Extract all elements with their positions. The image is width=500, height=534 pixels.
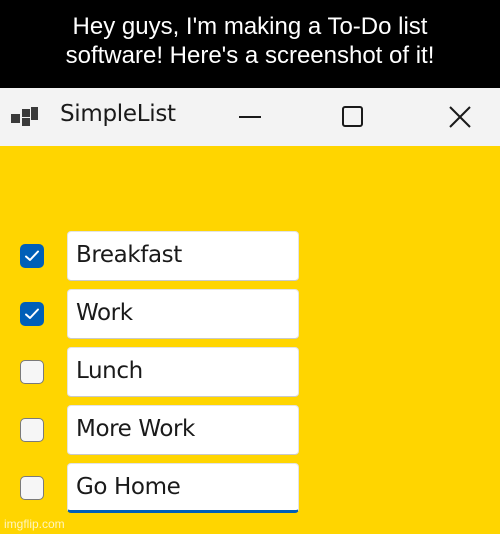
task-textbox[interactable]: Lunch xyxy=(67,347,299,397)
watermark: imgflip.com xyxy=(4,517,65,531)
task-row: Work xyxy=(0,288,320,340)
task-checkbox-checked[interactable] xyxy=(20,302,44,326)
task-textbox[interactable]: Work xyxy=(67,289,299,339)
task-checkbox-checked[interactable] xyxy=(20,244,44,268)
task-row: More Work xyxy=(0,404,320,456)
title-bar[interactable]: SimpleList xyxy=(0,88,500,146)
task-checkbox-unchecked[interactable] xyxy=(20,360,44,384)
maximize-icon xyxy=(342,106,363,127)
task-row: Go Home xyxy=(0,462,320,514)
task-textbox[interactable]: Go Home xyxy=(67,463,299,513)
caption-line-1: Hey guys, I'm making a To-Do list xyxy=(72,13,428,40)
close-icon xyxy=(449,106,471,128)
meme-page: Hey guys, I'm making a To-Do list softwa… xyxy=(0,0,500,534)
minimize-icon xyxy=(239,116,261,118)
checkmark-icon xyxy=(25,250,39,261)
maximize-button[interactable] xyxy=(325,88,381,146)
close-button[interactable] xyxy=(432,88,488,146)
window-title: SimpleList xyxy=(60,101,176,127)
task-list-area: Breakfast Work Lunch More Work Go Home xyxy=(0,146,500,534)
meme-caption: Hey guys, I'm making a To-Do list softwa… xyxy=(0,0,500,88)
task-checkbox-unchecked[interactable] xyxy=(20,476,44,500)
app-window: SimpleList Breakfast Work Lunch More Wor… xyxy=(0,88,500,534)
task-row: Lunch xyxy=(0,346,320,398)
task-checkbox-unchecked[interactable] xyxy=(20,418,44,442)
task-row: Breakfast xyxy=(0,230,320,282)
task-textbox[interactable]: Breakfast xyxy=(67,231,299,281)
checkmark-icon xyxy=(25,308,39,319)
caption-line-2: software! Here's a screenshot of it! xyxy=(65,42,435,69)
minimize-button[interactable] xyxy=(222,88,278,146)
task-textbox[interactable]: More Work xyxy=(67,405,299,455)
app-squares-icon xyxy=(11,107,38,126)
